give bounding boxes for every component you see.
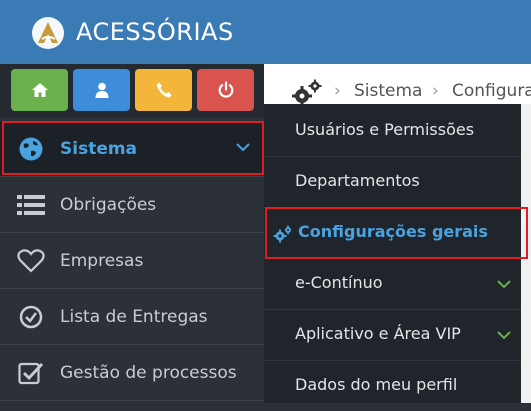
submenu-item-label: Departamentos — [295, 171, 420, 190]
gears-icon[interactable] — [291, 79, 323, 107]
submenu-item-label: Usuários e Permissões — [295, 120, 475, 139]
sidebar-item-label: Lista de Entregas — [60, 306, 208, 327]
submenu-item-departamentos[interactable]: Departamentos — [264, 157, 531, 208]
app-logo-icon[interactable] — [31, 16, 65, 50]
top-bar: ACESSÓRIAS — [0, 0, 531, 64]
list-icon — [17, 192, 45, 218]
heart-icon — [17, 248, 45, 274]
user-icon — [95, 82, 108, 98]
submenu-item-label: Dados do meu perfil — [295, 375, 458, 394]
power-icon — [218, 81, 233, 98]
sidebar-item-label: Gestão de processos — [60, 362, 237, 383]
sidebar-item-empresas[interactable]: Empresas — [0, 233, 264, 289]
home-icon — [31, 83, 48, 97]
highlight-box-sistema — [2, 121, 264, 175]
logout-button[interactable] — [197, 69, 254, 111]
chevron-down-icon — [497, 331, 511, 340]
breadcrumb-separator: › — [334, 81, 341, 101]
app-title: ACESSÓRIAS — [76, 18, 234, 46]
highlight-box-configuracoes-gerais — [265, 207, 528, 259]
submenu-item-aplicativo-e-area-vip[interactable]: Aplicativo e Área VIP — [264, 310, 531, 361]
sidebar-item-lista-de-entregas[interactable]: Lista de Entregas — [0, 289, 264, 345]
sidebar-item-label: Obrigações — [60, 194, 157, 215]
submenu-item-usuarios-e-permissoes[interactable]: Usuários e Permissões — [264, 106, 531, 157]
breadcrumb: › Sistema › Configura — [264, 64, 531, 108]
user-button[interactable] — [73, 69, 130, 111]
home-button[interactable] — [11, 69, 68, 111]
submenu-item-dados-do-meu-perfil[interactable]: Dados do meu perfil — [264, 361, 531, 411]
breadcrumb-separator: › — [432, 81, 439, 101]
breadcrumb-item-sistema[interactable]: Sistema — [354, 81, 422, 101]
sidebar-item-gestao-de-processos[interactable]: Gestão de processos — [0, 345, 264, 401]
submenu-item-label: Aplicativo e Área VIP — [295, 324, 461, 343]
submenu-item-label: e-Contínuo — [295, 273, 383, 292]
breadcrumb-item-configuracoes[interactable]: Configura — [452, 81, 531, 101]
shortcut-bar — [0, 64, 264, 118]
check-circle-icon — [17, 304, 45, 330]
phone-icon — [156, 82, 171, 98]
submenu-item-e-continuo[interactable]: e-Contínuo — [264, 259, 531, 310]
phone-button[interactable] — [135, 69, 192, 111]
check-square-icon — [17, 360, 45, 386]
sidebar-item-label: Empresas — [60, 250, 144, 271]
chevron-down-icon — [497, 280, 511, 289]
sidebar-item-obrigacoes[interactable]: Obrigações — [0, 177, 264, 233]
sidebar: Sistema Obrigações Empresas Lista de Ent… — [0, 64, 264, 403]
